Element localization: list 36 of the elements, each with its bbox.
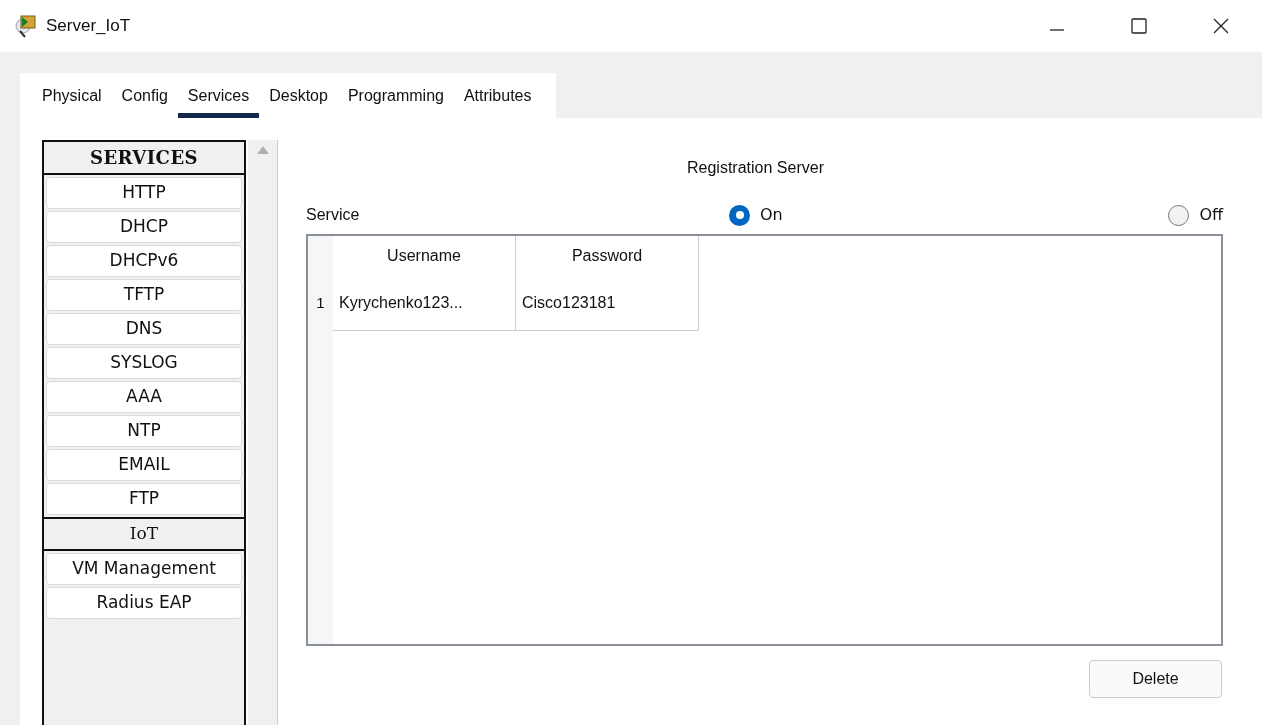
window-title: Server_IoT [46, 15, 131, 38]
close-icon[interactable] [1213, 18, 1229, 34]
tab[interactable]: Config [111, 73, 178, 118]
service-item[interactable]: NTP [46, 415, 242, 447]
column-header: Username [333, 236, 516, 276]
panel-title: Registration Server [687, 158, 824, 178]
row-number: 1 [315, 293, 326, 314]
tab[interactable]: Programming [337, 73, 454, 118]
service-item[interactable]: EMAIL [46, 449, 242, 481]
service-item[interactable]: TFTP [46, 279, 242, 311]
field-label: Service [306, 205, 361, 225]
service-item[interactable]: HTTP [46, 177, 242, 209]
service-item[interactable]: Radius EAP [46, 587, 242, 619]
scrollbar[interactable] [248, 140, 278, 725]
tab[interactable]: Desktop [259, 73, 338, 118]
delete-button[interactable]: Delete [1089, 660, 1222, 698]
radio-label: On [760, 204, 783, 226]
radio-option[interactable]: On [729, 203, 783, 227]
service-item[interactable]: VM Management [46, 553, 242, 585]
service-item[interactable]: DHCP [46, 211, 242, 243]
tab[interactable]: Physical [32, 73, 112, 118]
table-cell: Kyrychenko123... [333, 276, 516, 330]
service-item[interactable]: FTP [46, 483, 242, 515]
maximize-icon[interactable] [1131, 18, 1147, 34]
service-item[interactable]: DHCPv6 [46, 245, 242, 277]
table-cell: Cisco123181 [516, 276, 699, 330]
tab[interactable]: Attributes [453, 73, 542, 118]
service-item[interactable]: IoT [44, 517, 244, 551]
radio-option[interactable]: Off [1168, 203, 1223, 227]
radio-button[interactable] [729, 204, 750, 226]
column-header: Password [516, 236, 699, 276]
service-item[interactable]: SYSLOG [46, 347, 242, 379]
service-item[interactable]: AAA [46, 381, 242, 413]
radio-label: Off [1199, 204, 1223, 226]
service-item[interactable]: DNS [46, 313, 242, 345]
radio-button[interactable] [1168, 204, 1190, 226]
